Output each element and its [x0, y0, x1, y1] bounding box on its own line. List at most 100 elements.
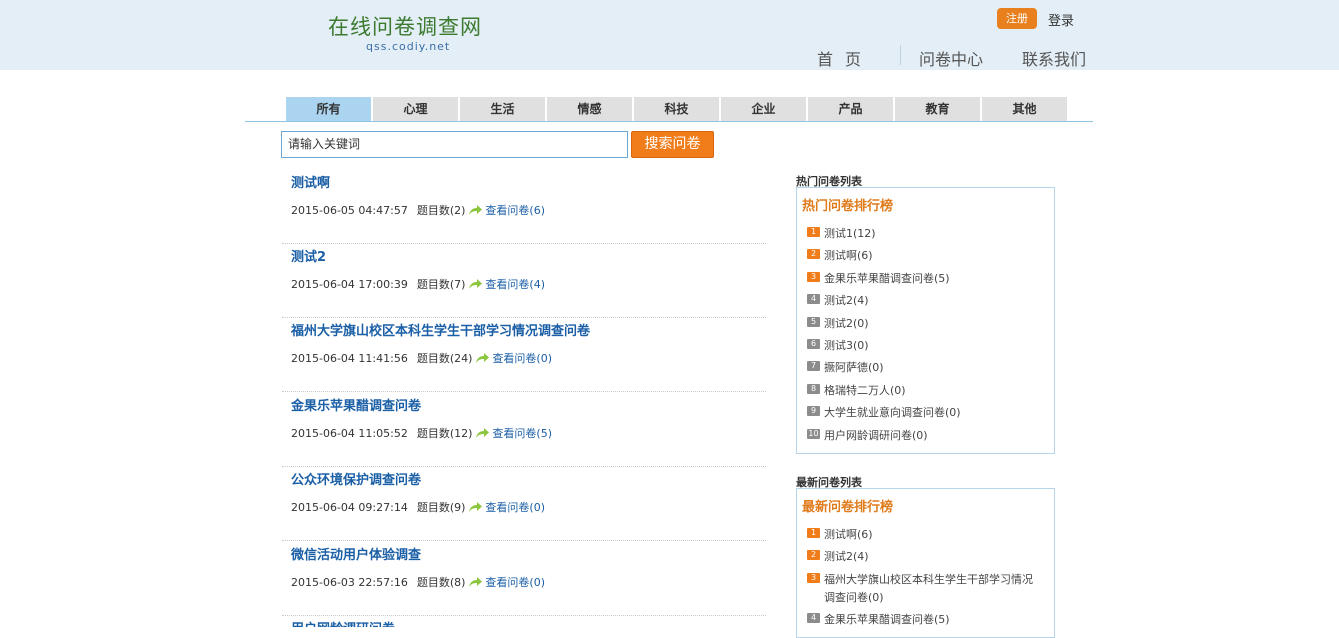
survey-meta: 2015-06-04 11:41:56 题目数(24) 查看问卷(0) — [291, 350, 552, 366]
question-count: 题目数(24) — [416, 352, 473, 365]
new-ranking-title: 最新问卷排行榜 — [802, 500, 894, 515]
survey-meta: 2015-06-03 22:57:16 题目数(8) 查看问卷(0) — [291, 574, 545, 590]
new-ranking-panel: 最新问卷排行榜 1 测试啊(6) 2 测试2(4) 3 福州大学旗山校区本科生学生干部… — [796, 488, 1055, 638]
survey-item: 公众环境保护调查问卷 2015-06-04 09:27:14 题目数(9) 查看… — [282, 467, 766, 541]
view-survey-link[interactable]: 查看问卷(6) — [485, 202, 545, 218]
survey-date: 2015-06-04 17:00:39 — [291, 277, 408, 291]
rank-text[interactable]: 福州大学旗山校区本科生学生干部学习情况 调查问卷(0) — [824, 571, 1033, 607]
share-arrow-icon — [469, 205, 483, 215]
nav-contact[interactable]: 联系我们 — [1022, 46, 1086, 70]
survey-item: 微信活动用户体验调查 2015-06-03 22:57:16 题目数(8) 查看… — [282, 542, 766, 616]
rank-badge: 10 — [807, 429, 820, 439]
rank-text[interactable]: 测试3(0) — [824, 337, 869, 355]
search-button[interactable]: 搜索问卷 — [631, 131, 714, 158]
survey-title[interactable]: 测试啊 — [291, 172, 330, 191]
tab-technology[interactable]: 科技 — [634, 97, 719, 121]
rank-text[interactable]: 测试2(0) — [824, 315, 869, 333]
survey-title[interactable]: 测试2 — [291, 246, 326, 265]
rank-item[interactable]: 3 金果乐苹果醋调查问卷(5) — [807, 270, 950, 288]
survey-item: 测试啊 2015-06-05 04:47:57 题目数(2) 查看问卷(6) — [282, 170, 766, 244]
survey-meta: 2015-06-04 17:00:39 题目数(7) 查看问卷(4) — [291, 276, 545, 292]
survey-title[interactable]: 微信活动用户体验调查 — [291, 544, 421, 563]
tab-education[interactable]: 教育 — [895, 97, 980, 121]
question-count: 题目数(8) — [416, 576, 466, 589]
login-link[interactable]: 登录 — [1048, 10, 1074, 29]
rank-text[interactable]: 测试2(4) — [824, 548, 869, 566]
rank-text[interactable]: 用户网龄调研问卷(0) — [824, 427, 928, 445]
rank-item[interactable]: 2 测试2(4) — [807, 548, 869, 566]
share-arrow-icon — [469, 577, 483, 587]
survey-date: 2015-06-04 11:05:52 — [291, 426, 408, 440]
survey-title[interactable]: 公众环境保护调查问卷 — [291, 469, 421, 488]
search-input[interactable]: 请输入关键词 — [281, 131, 628, 158]
rank-badge: 2 — [807, 550, 820, 560]
rank-badge: 1 — [807, 528, 820, 538]
rank-text[interactable]: 测试啊(6) — [824, 526, 873, 544]
rank-badge: 3 — [807, 573, 820, 583]
survey-item: 福州大学旗山校区本科生学生干部学习情况调查问卷 2015-06-04 11:41… — [282, 318, 766, 392]
share-arrow-icon — [469, 502, 483, 512]
share-arrow-icon — [476, 428, 490, 438]
survey-date: 2015-06-04 11:41:56 — [291, 351, 408, 365]
register-button[interactable]: 注册 — [997, 8, 1037, 29]
rank-item[interactable]: 8 格瑞特二万人(0) — [807, 382, 906, 400]
hot-ranking-title: 热门问卷排行榜 — [802, 199, 894, 214]
tab-product[interactable]: 产品 — [808, 97, 893, 121]
survey-date: 2015-06-05 04:47:57 — [291, 203, 408, 217]
question-count: 题目数(12) — [416, 427, 473, 440]
rank-text[interactable]: 金果乐苹果醋调查问卷(5) — [824, 611, 950, 629]
rank-badge: 6 — [807, 339, 820, 349]
survey-meta: 2015-06-04 09:27:14 题目数(9) 查看问卷(0) — [291, 499, 545, 515]
rank-item[interactable]: 7 撅阿萨德(0) — [807, 359, 884, 377]
share-arrow-icon — [476, 353, 490, 363]
rank-text[interactable]: 大学生就业意向调查问卷(0) — [824, 404, 961, 422]
rank-text[interactable]: 测试1(12) — [824, 225, 876, 243]
rank-text[interactable]: 测试啊(6) — [824, 247, 873, 265]
rank-item[interactable]: 9 大学生就业意向调查问卷(0) — [807, 404, 961, 422]
rank-badge: 8 — [807, 384, 820, 394]
rank-text[interactable]: 金果乐苹果醋调查问卷(5) — [824, 270, 950, 288]
rank-item[interactable]: 3 福州大学旗山校区本科生学生干部学习情况 调查问卷(0) — [807, 571, 1033, 607]
view-survey-link[interactable]: 查看问卷(5) — [492, 425, 552, 441]
rank-badge: 7 — [807, 361, 820, 371]
hot-ranking-panel: 热门问卷排行榜 1 测试1(12) 2 测试啊(6) 3 金果乐苹果醋调查问卷(5) … — [796, 187, 1055, 454]
rank-text[interactable]: 格瑞特二万人(0) — [824, 382, 906, 400]
survey-item: 金果乐苹果醋调查问卷 2015-06-04 11:05:52 题目数(12) 查… — [282, 393, 766, 467]
rank-text[interactable]: 测试2(4) — [824, 292, 869, 310]
rank-item[interactable]: 4 测试2(4) — [807, 292, 869, 310]
question-count: 题目数(7) — [416, 278, 466, 291]
view-survey-link[interactable]: 查看问卷(0) — [485, 499, 545, 515]
survey-item: 测试2 2015-06-04 17:00:39 题目数(7) 查看问卷(4) — [282, 244, 766, 318]
rank-badge: 5 — [807, 317, 820, 327]
survey-meta: 2015-06-05 04:47:57 题目数(2) 查看问卷(6) — [291, 202, 545, 218]
rank-item[interactable]: 5 测试2(0) — [807, 315, 869, 333]
site-title[interactable]: 在线问卷调查网 — [328, 11, 482, 41]
rank-item[interactable]: 10 用户网龄调研问卷(0) — [807, 427, 928, 445]
view-survey-link[interactable]: 查看问卷(0) — [492, 350, 552, 366]
rank-badge: 4 — [807, 294, 820, 304]
survey-item: 用户网龄调研问卷 — [282, 616, 766, 627]
tab-life[interactable]: 生活 — [460, 97, 545, 121]
rank-item[interactable]: 1 测试啊(6) — [807, 526, 873, 544]
nav-home[interactable]: 首页 — [817, 46, 873, 70]
tab-psychology[interactable]: 心理 — [373, 97, 458, 121]
rank-item[interactable]: 1 测试1(12) — [807, 225, 876, 243]
rank-text[interactable]: 撅阿萨德(0) — [824, 359, 884, 377]
rank-item[interactable]: 4 金果乐苹果醋调查问卷(5) — [807, 611, 950, 629]
tab-all[interactable]: 所有 — [286, 97, 371, 121]
view-survey-link[interactable]: 查看问卷(0) — [485, 574, 545, 590]
nav-survey-center[interactable]: 问卷中心 — [919, 46, 983, 70]
survey-date: 2015-06-03 22:57:16 — [291, 575, 408, 589]
nav-divider — [900, 45, 901, 65]
rank-item[interactable]: 2 测试啊(6) — [807, 247, 873, 265]
survey-date: 2015-06-04 09:27:14 — [291, 500, 408, 514]
survey-title[interactable]: 福州大学旗山校区本科生学生干部学习情况调查问卷 — [291, 320, 590, 339]
rank-badge: 1 — [807, 227, 820, 237]
tab-emotion[interactable]: 情感 — [547, 97, 632, 121]
survey-title[interactable]: 用户网龄调研问卷 — [291, 618, 395, 627]
survey-title[interactable]: 金果乐苹果醋调查问卷 — [291, 395, 421, 414]
tab-other[interactable]: 其他 — [982, 97, 1067, 121]
tab-enterprise[interactable]: 企业 — [721, 97, 806, 121]
rank-item[interactable]: 6 测试3(0) — [807, 337, 869, 355]
view-survey-link[interactable]: 查看问卷(4) — [485, 276, 545, 292]
